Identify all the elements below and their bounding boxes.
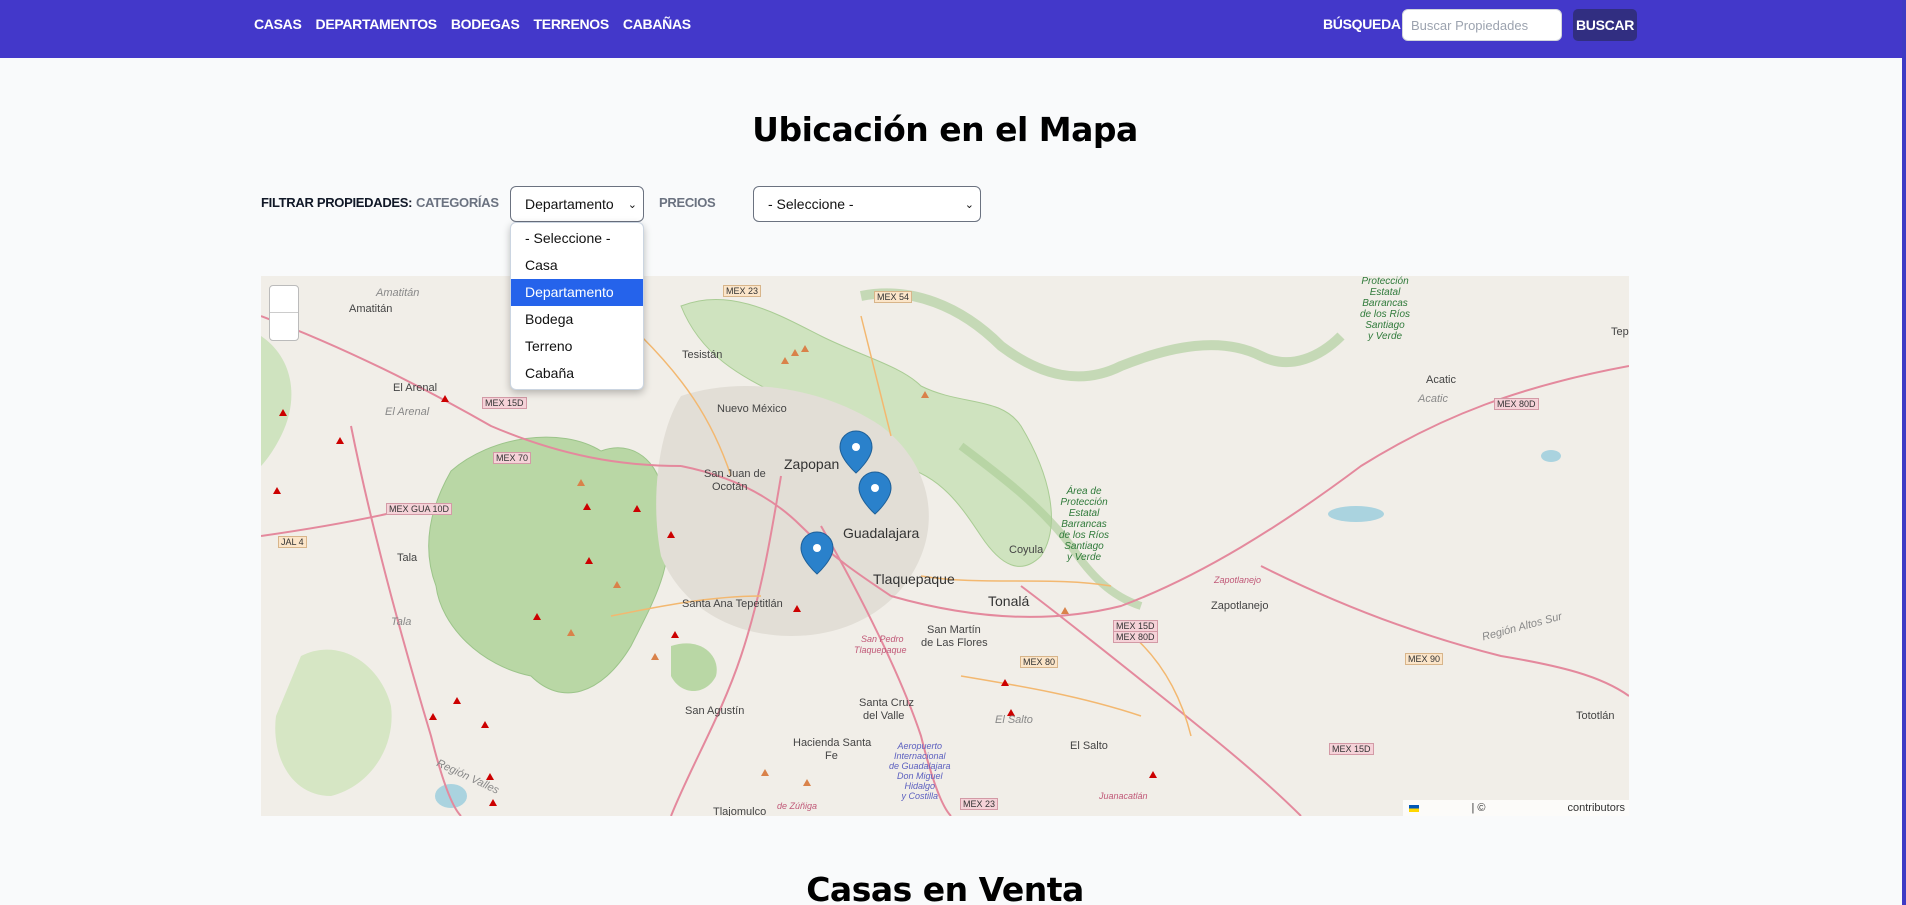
section-title: Casas en Venta: [806, 870, 1084, 905]
map-label: Nuevo México: [717, 403, 787, 415]
chevron-down-icon: ⌄: [964, 198, 974, 211]
prices-label: PRECIOS: [659, 195, 716, 210]
map-label: Tala: [397, 552, 418, 564]
map-label: de Las Flores: [921, 637, 988, 649]
dropdown-option[interactable]: Cabaña: [511, 360, 643, 387]
road-shield: MEX 70: [493, 452, 532, 464]
attribution-separator: | ©: [1471, 802, 1486, 814]
filter-properties-label: FILTRAR PROPIEDADES:: [261, 195, 413, 210]
categories-selected-value: Departamento: [525, 196, 614, 212]
nav-link-casas[interactable]: CASAS: [254, 16, 302, 32]
map-label: de Zúñiga: [777, 801, 818, 811]
map-label: Ocotán: [712, 481, 748, 493]
road-shield: MEX 54: [874, 291, 913, 303]
road-shield: MEX 23: [960, 798, 999, 810]
map-label: Hacienda Santa: [793, 737, 872, 749]
main-nav: CASAS DEPARTAMENTOS BODEGAS TERRENOS CAB…: [254, 16, 691, 32]
dropdown-option[interactable]: Terreno: [511, 333, 643, 360]
map-label: Tlajomulco: [713, 806, 767, 816]
ukraine-flag-icon: [1409, 804, 1420, 812]
map-label: San Pedro: [861, 634, 904, 644]
protected-area-label: Protección Estatal Barrancas de los Ríos San…: [1360, 276, 1411, 342]
road-shield: MEX 90: [1405, 653, 1444, 665]
map-attribution: | © contributors: [1403, 800, 1629, 816]
map-label: El Salto: [995, 714, 1033, 726]
prices-select[interactable]: - Seleccione - ⌄: [753, 186, 981, 222]
map-label: Zapotlanejo: [1211, 600, 1269, 612]
map-label: Zapotlanejo: [1214, 575, 1262, 585]
road-shield: MEX 15D: [1329, 743, 1374, 755]
top-navbar: CASAS DEPARTAMENTOS BODEGAS TERRENOS CAB…: [0, 0, 1902, 58]
road-shield: MEX 15D: [482, 397, 527, 409]
map-label: Santa Cruz: [859, 697, 915, 709]
map-label: Zapopan: [784, 456, 840, 472]
search-input[interactable]: [1402, 9, 1562, 41]
road-shield: MEX 80: [1020, 656, 1059, 668]
map-label: El Salto: [1070, 740, 1108, 752]
map-label: del Valle: [863, 710, 905, 722]
map-label: Tototlán: [1576, 710, 1615, 722]
map-tiles: [261, 288, 1629, 816]
nav-link-bodegas[interactable]: BODEGAS: [451, 16, 520, 32]
road-shield: MEX 80D: [1494, 398, 1539, 410]
map-zoom-control: [269, 285, 299, 341]
map-label: Amatitán: [376, 287, 420, 299]
map-label: Amatitán: [349, 303, 393, 315]
airport-label: Aeropuerto Internacional de Guadalajara Don…: [889, 741, 951, 801]
road-shield: MEX 23: [723, 285, 762, 297]
categories-dropdown-list: - Seleccione - Casa Departamento Bodega …: [510, 222, 644, 390]
search-label: BÚSQUEDA: [1323, 16, 1401, 32]
categories-select[interactable]: Departamento ⌄: [510, 186, 644, 222]
map-label: San Juan de: [704, 468, 766, 480]
dropdown-option[interactable]: Casa: [511, 252, 643, 279]
map-label: Tlaquepaque: [854, 645, 907, 655]
protected-area-label: Área de Protección Estatal Barrancas de los …: [1059, 486, 1110, 563]
map-label: Acatic: [1418, 393, 1448, 405]
map-label: San Martín: [927, 624, 981, 636]
road-shield: MEX 80D: [1113, 631, 1158, 643]
map-label: El Arenal: [385, 406, 430, 418]
zoom-out-button[interactable]: [270, 313, 298, 340]
map-label: Guadalajara: [843, 525, 920, 541]
page-title: Ubicación en el Mapa: [752, 110, 1138, 149]
map-label: Juanacatlán: [1099, 791, 1148, 801]
nav-link-cabanas[interactable]: CABAÑAS: [623, 16, 691, 32]
property-map[interactable]: Zapopan Guadalajara Tlaquepaque Tonalá A…: [261, 276, 1629, 816]
zoom-in-button[interactable]: [270, 286, 298, 313]
nav-link-terrenos[interactable]: TERRENOS: [534, 16, 610, 32]
map-label: El Arenal: [393, 382, 438, 394]
map-label: Tep: [1611, 326, 1629, 338]
prices-selected-value: - Seleccione -: [768, 196, 854, 212]
map-label: Tlaquepaque: [873, 571, 955, 587]
attribution-text: contributors: [1567, 802, 1625, 814]
page-scrollbar[interactable]: [1902, 0, 1906, 905]
nav-link-departamentos[interactable]: DEPARTAMENTOS: [316, 16, 438, 32]
dropdown-option[interactable]: - Seleccione -: [511, 225, 643, 252]
road-shield: JAL 4: [278, 536, 307, 548]
road-shield: MEX GUA 10D: [386, 503, 453, 515]
map-label: San Agustín: [685, 705, 745, 717]
dropdown-option[interactable]: Bodega: [511, 306, 643, 333]
search-button[interactable]: BUSCAR: [1573, 9, 1637, 41]
map-label: Acatic: [1426, 374, 1456, 386]
chevron-down-icon: ⌄: [627, 198, 637, 211]
map-label: Tonalá: [988, 593, 1030, 609]
map-label: Tala: [391, 616, 412, 628]
map-label: Tesistán: [682, 349, 723, 361]
dropdown-option-selected[interactable]: Departamento: [511, 279, 643, 306]
map-label: Coyula: [1009, 544, 1044, 556]
map-label: Santa Ana Tepetitlán: [682, 598, 783, 610]
categories-label: CATEGORÍAS: [416, 195, 499, 210]
map-label: Fe: [825, 750, 838, 762]
